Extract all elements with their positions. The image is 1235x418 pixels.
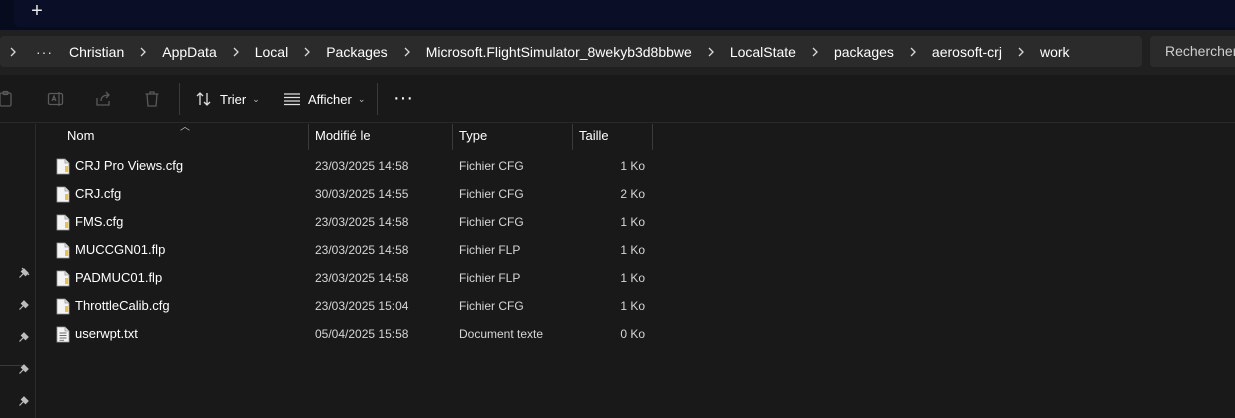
file-size: 1 Ko xyxy=(620,299,645,313)
file-modified: 23/03/2025 14:58 xyxy=(315,271,409,285)
file-type: Document texte xyxy=(459,327,544,341)
file-type: Fichier FLP xyxy=(459,243,521,257)
more-options-button[interactable]: ··· xyxy=(392,85,414,113)
sort-button[interactable]: Trier ⌄ xyxy=(195,85,260,113)
command-bar: Trier ⌄ Afficher ⌄ ··· xyxy=(0,75,1235,123)
file-row[interactable]: ThrottleCalib.cfg 23/03/2025 15:04 Fichi… xyxy=(36,292,656,320)
view-button-label: Afficher xyxy=(308,91,352,107)
sort-ascending-icon: ︿ xyxy=(180,122,190,133)
file-modified: 23/03/2025 14:58 xyxy=(315,243,409,257)
column-header-name[interactable]: Nom xyxy=(61,124,94,150)
pin-icon[interactable] xyxy=(18,267,30,279)
file-row[interactable]: CRJ Pro Views.cfg 23/03/2025 14:58 Fichi… xyxy=(36,152,656,180)
file-type: Fichier CFG xyxy=(459,299,524,313)
file-size: 1 Ko xyxy=(620,215,645,229)
file-row[interactable]: PADMUC01.flp 23/03/2025 14:58 Fichier FL… xyxy=(36,264,656,292)
tab-strip xyxy=(14,0,1235,27)
pin-icon[interactable] xyxy=(18,363,30,375)
pin-icon[interactable] xyxy=(18,331,30,343)
file-type: Fichier CFG xyxy=(459,159,524,173)
file-modified: 23/03/2025 14:58 xyxy=(315,159,409,173)
share-icon[interactable] xyxy=(94,89,114,109)
file-name: CRJ Pro Views.cfg xyxy=(75,158,184,173)
column-header-size[interactable]: Taille xyxy=(573,124,609,150)
chevron-right-icon[interactable] xyxy=(130,36,156,67)
config-file-icon xyxy=(56,298,70,315)
breadcrumb-item[interactable]: Local xyxy=(249,36,294,67)
file-name: PADMUC01.flp xyxy=(75,270,163,285)
chevron-right-icon[interactable] xyxy=(1008,36,1034,67)
pin-icon[interactable] xyxy=(18,395,30,407)
file-size: 2 Ko xyxy=(620,187,645,201)
breadcrumb-item[interactable]: packages xyxy=(828,36,900,67)
breadcrumb-item[interactable]: Microsoft.FlightSimulator_8wekyb3d8bbwe xyxy=(420,36,698,67)
text-file-icon xyxy=(56,326,70,343)
column-header-row: ︿ Nom Modifié le Type Taille xyxy=(36,122,656,150)
file-size: 0 Ko xyxy=(620,327,645,341)
config-file-icon xyxy=(56,242,70,259)
paste-icon[interactable] xyxy=(0,89,16,109)
file-row[interactable]: FMS.cfg 23/03/2025 14:58 Fichier CFG 1 K… xyxy=(36,208,656,236)
column-header-type[interactable]: Type xyxy=(453,124,487,150)
file-modified: 05/04/2025 15:58 xyxy=(315,327,409,341)
file-size: 1 Ko xyxy=(620,243,645,257)
chevron-down-icon: ⌄ xyxy=(252,93,260,104)
pin-icon[interactable] xyxy=(18,299,30,311)
toolbar-divider xyxy=(179,83,180,115)
breadcrumb-item[interactable]: work xyxy=(1034,36,1076,67)
breadcrumb-item[interactable]: Packages xyxy=(320,36,393,67)
view-list-icon xyxy=(284,93,300,106)
address-row: ··· Christian AppData Local Packages Mic… xyxy=(0,30,1235,75)
delete-icon[interactable] xyxy=(142,89,162,109)
file-row[interactable]: CRJ.cfg 30/03/2025 14:55 Fichier CFG 2 K… xyxy=(36,180,656,208)
chevron-right-icon[interactable] xyxy=(698,36,724,67)
file-row[interactable]: userwpt.txt 05/04/2025 15:58 Document te… xyxy=(36,320,656,348)
file-modified: 23/03/2025 15:04 xyxy=(315,299,409,313)
breadcrumb-item[interactable]: AppData xyxy=(156,36,222,67)
config-file-icon xyxy=(56,214,70,231)
address-bar[interactable]: ··· Christian AppData Local Packages Mic… xyxy=(0,36,1142,67)
chevron-right-icon[interactable] xyxy=(802,36,828,67)
chevron-right-icon[interactable] xyxy=(0,36,26,67)
file-modified: 30/03/2025 14:55 xyxy=(315,187,409,201)
file-type: Fichier CFG xyxy=(459,187,524,201)
config-file-icon xyxy=(56,158,70,175)
file-type: Fichier CFG xyxy=(459,215,524,229)
config-file-icon xyxy=(56,186,70,203)
column-resize-handle[interactable] xyxy=(652,124,653,150)
rename-icon[interactable] xyxy=(46,89,66,109)
file-name: CRJ.cfg xyxy=(75,186,122,201)
file-name: MUCCGN01.flp xyxy=(75,242,166,257)
chevron-right-icon[interactable] xyxy=(223,36,249,67)
chevron-right-icon[interactable] xyxy=(394,36,420,67)
chevron-down-icon: ⌄ xyxy=(357,93,366,104)
sort-button-label: Trier xyxy=(220,91,247,107)
breadcrumb-item[interactable]: LocalState xyxy=(724,36,802,67)
view-button[interactable]: Afficher ⌄ xyxy=(283,85,365,113)
toolbar-divider xyxy=(377,83,378,115)
file-modified: 23/03/2025 14:58 xyxy=(315,215,409,229)
sort-icon xyxy=(196,92,211,106)
file-type: Fichier FLP xyxy=(459,271,521,285)
search-input[interactable]: Rechercher xyxy=(1150,36,1235,67)
file-name: FMS.cfg xyxy=(75,214,124,229)
file-name: userwpt.txt xyxy=(75,326,138,341)
chevron-right-icon[interactable] xyxy=(900,36,926,67)
breadcrumb-overflow-button[interactable]: ··· xyxy=(26,44,63,60)
config-file-icon xyxy=(56,270,70,287)
new-tab-button[interactable]: + xyxy=(24,0,50,26)
title-bar: + xyxy=(0,0,1235,30)
file-name: ThrottleCalib.cfg xyxy=(75,298,170,313)
navigation-pane xyxy=(0,124,36,418)
column-header-modified[interactable]: Modifié le xyxy=(309,124,371,150)
breadcrumb-item[interactable]: aerosoft-crj xyxy=(926,36,1008,67)
chevron-right-icon[interactable] xyxy=(294,36,320,67)
breadcrumb-item[interactable]: Christian xyxy=(63,36,130,67)
file-size: 1 Ko xyxy=(620,271,645,285)
file-size: 1 Ko xyxy=(620,159,645,173)
file-row[interactable]: MUCCGN01.flp 23/03/2025 14:58 Fichier FL… xyxy=(36,236,656,264)
